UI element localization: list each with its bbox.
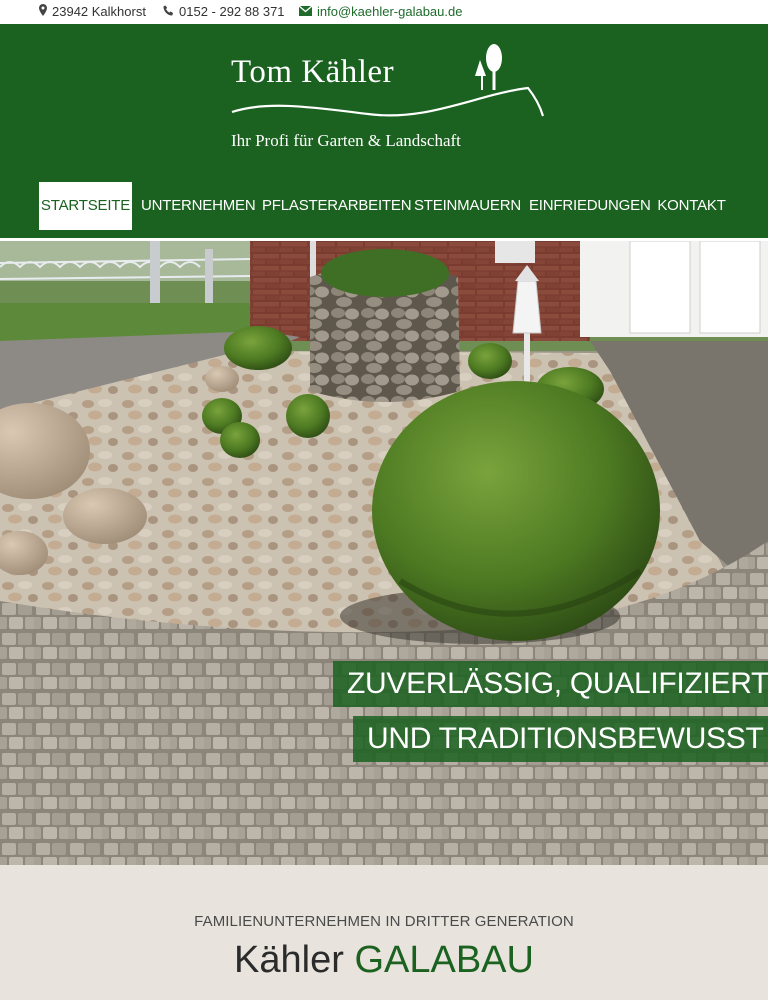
garden-paving-photo bbox=[0, 241, 768, 865]
intro-section: FAMILIENUNTERNEHMEN IN DRITTER GENERATIO… bbox=[0, 865, 768, 1000]
brand-name: Tom Kähler bbox=[231, 54, 395, 90]
intro-title: Kähler GALABAU bbox=[0, 939, 768, 982]
phone-item[interactable]: 0152 - 292 88 371 bbox=[163, 4, 285, 19]
address-text: 23942 Kalkhorst bbox=[52, 4, 146, 19]
brand-tagline: Ihr Profi für Garten & Landschaft bbox=[231, 131, 461, 150]
map-marker-icon bbox=[39, 4, 47, 19]
phone-icon bbox=[163, 4, 174, 19]
email-link[interactable]: info@kaehler-galabau.de bbox=[317, 4, 462, 19]
site-header: Tom Kähler Ihr Profi für Garten & Landsc… bbox=[0, 24, 768, 238]
hero-slogan-line1: ZUVERLÄSSIG, QUALIFIZIERT bbox=[333, 661, 768, 707]
intro-kicker: FAMILIENUNTERNEHMEN IN DRITTER GENERATIO… bbox=[194, 913, 574, 930]
nav-item-pflasterarbeiten[interactable]: PFLASTERARBEITEN bbox=[262, 182, 412, 230]
envelope-icon bbox=[298, 4, 313, 19]
main-navigation: STARTSEITE UNTERNEHMEN PFLASTERARBEITEN … bbox=[0, 182, 768, 230]
email-item[interactable]: info@kaehler-galabau.de bbox=[298, 4, 462, 19]
nav-item-steinmauern[interactable]: STEINMAUERN bbox=[414, 182, 521, 230]
nav-item-startseite[interactable]: STARTSEITE bbox=[39, 182, 132, 230]
nav-item-kontakt[interactable]: KONTAKT bbox=[656, 182, 727, 230]
hero-slogan-line2: UND TRADITIONSBEWUSST bbox=[353, 716, 768, 762]
contact-bar: 23942 Kalkhorst 0152 - 292 88 371 info@k… bbox=[0, 0, 768, 24]
intro-title-accent: GALABAU bbox=[354, 939, 534, 981]
address-item: 23942 Kalkhorst bbox=[39, 4, 146, 19]
nav-item-einfriedungen[interactable]: EINFRIEDUNGEN bbox=[529, 182, 651, 230]
hero-image: ZUVERLÄSSIG, QUALIFIZIERT UND TRADITIONS… bbox=[0, 241, 768, 865]
phone-text[interactable]: 0152 - 292 88 371 bbox=[179, 4, 285, 19]
intro-title-main: Kähler bbox=[234, 939, 344, 981]
nav-item-unternehmen[interactable]: UNTERNEHMEN bbox=[141, 182, 256, 230]
